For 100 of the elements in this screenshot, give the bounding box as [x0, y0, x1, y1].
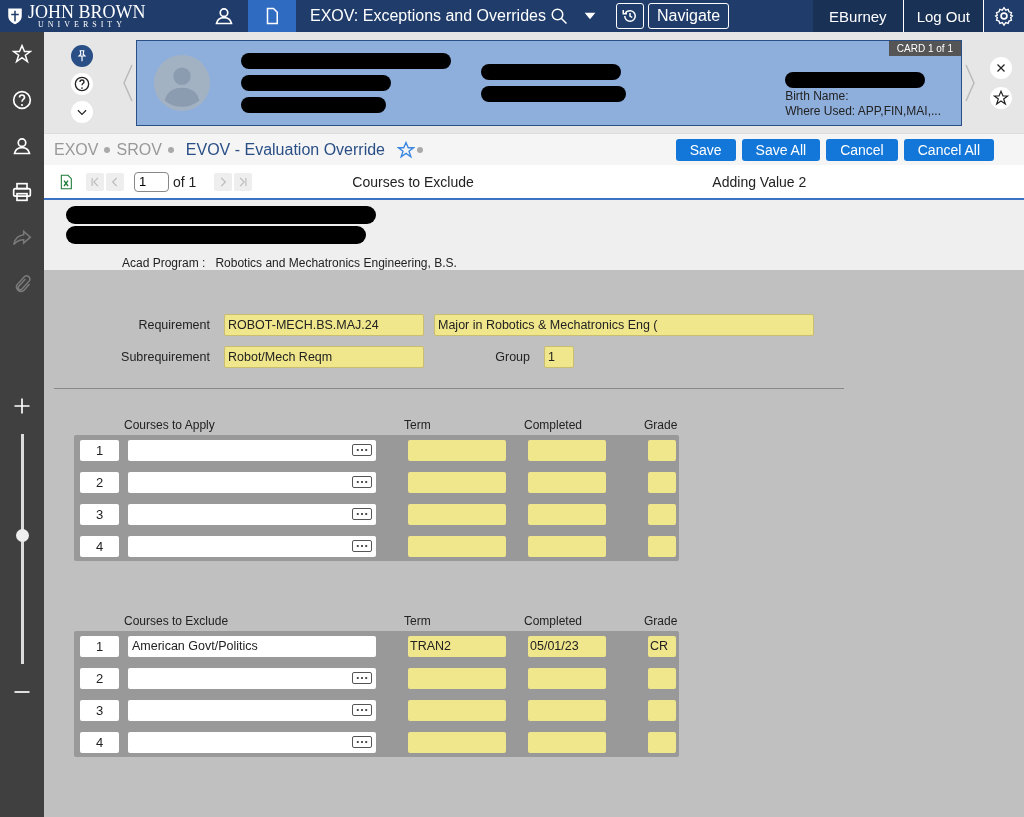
avatar-icon	[153, 53, 211, 112]
person-icon[interactable]	[12, 136, 32, 156]
expand-button[interactable]	[71, 100, 93, 123]
person-card[interactable]: CARD 1 of 1 Birth Name: Where Used: APP,FIN,MAI,...	[136, 39, 962, 126]
close-icon	[995, 61, 1007, 74]
ellipsis-icon	[355, 707, 369, 713]
action-button[interactable]: Save All	[741, 138, 821, 161]
course-field[interactable]	[128, 699, 376, 721]
completed-field[interactable]	[528, 503, 606, 525]
column-header: Courses to Apply	[124, 418, 216, 432]
action-button[interactable]: Cancel	[826, 138, 898, 161]
column-header: Term	[404, 418, 432, 432]
grade-field[interactable]	[648, 503, 676, 525]
star-icon	[993, 89, 1009, 106]
row-number: 4	[80, 731, 119, 753]
field-value: Robotics and Mechatronics Engineering, B.S.	[215, 256, 457, 270]
separator-dot	[104, 146, 111, 153]
term-field[interactable]	[408, 535, 506, 557]
search-icon[interactable]	[549, 7, 568, 25]
row-number: 2	[80, 667, 119, 689]
row-number: 1	[80, 439, 119, 461]
slider-thumb[interactable]	[15, 529, 29, 543]
course-field[interactable]	[128, 471, 376, 493]
lookup-button[interactable]	[352, 672, 372, 684]
lookup-button[interactable]	[352, 444, 372, 456]
subrequirement-field[interactable]: Robot/Mech Reqm	[224, 346, 424, 368]
term-field[interactable]	[408, 471, 506, 493]
course-field[interactable]	[128, 667, 376, 689]
requirement-field[interactable]: ROBOT-MECH.BS.MAJ.24	[224, 314, 424, 336]
group-field[interactable]: 1	[544, 346, 574, 368]
grade-field[interactable]	[648, 439, 676, 461]
action-button[interactable]: Save	[675, 138, 736, 161]
completed-field[interactable]	[528, 439, 606, 461]
favorite-button[interactable]	[990, 86, 1012, 109]
field-label: Subrequirement	[120, 350, 211, 364]
grade-field[interactable]	[648, 699, 676, 721]
lookup-button[interactable]	[352, 540, 372, 552]
form-name: EVOV - Evaluation Override	[185, 140, 385, 159]
favorite-star-icon[interactable]	[397, 140, 415, 159]
page-number-field[interactable]: 1	[134, 171, 169, 192]
completed-field[interactable]	[528, 535, 606, 557]
field-label: Group	[494, 350, 531, 364]
history-button[interactable]	[615, 3, 644, 29]
lookup-button[interactable]	[352, 508, 372, 520]
column-header: Term	[404, 614, 432, 628]
field-label: Requirement	[137, 318, 211, 332]
help-button[interactable]	[71, 72, 93, 95]
course-field[interactable]	[128, 439, 376, 461]
completed-field[interactable]	[528, 667, 606, 689]
lookup-button[interactable]	[352, 476, 372, 488]
block-title: Courses to Exclude	[352, 173, 475, 190]
zoom-in-icon[interactable]	[12, 396, 32, 416]
ellipsis-icon	[355, 479, 369, 485]
term-field[interactable]	[408, 503, 506, 525]
course-field[interactable]	[128, 503, 376, 525]
nav-tab[interactable]	[248, 0, 296, 32]
completed-field[interactable]: 05/01/23	[528, 635, 606, 657]
column-header: Grade	[644, 614, 678, 628]
chevron-left-icon[interactable]	[122, 62, 134, 103]
row-number: 2	[80, 471, 119, 493]
navigate-button[interactable]: Navigate	[647, 3, 730, 29]
completed-field[interactable]	[528, 699, 606, 721]
course-field[interactable]: American Govt/Politics	[128, 635, 376, 657]
column-header: Grade	[644, 418, 678, 432]
printer-icon[interactable]	[12, 182, 32, 202]
description-field[interactable]: Major in Robotics & Mechatronics Eng (	[434, 314, 814, 336]
term-field[interactable]	[408, 699, 506, 721]
card-field: Birth Name:	[785, 88, 941, 103]
course-field[interactable]	[128, 535, 376, 557]
grade-field[interactable]	[648, 535, 676, 557]
status-text: Adding Value 2	[712, 173, 807, 190]
term-field[interactable]	[408, 731, 506, 753]
chevron-right-icon[interactable]	[964, 62, 976, 103]
grade-field[interactable]	[648, 667, 676, 689]
excel-export-icon[interactable]	[58, 172, 74, 191]
ellipsis-icon	[355, 511, 369, 517]
pin-button[interactable]	[71, 44, 93, 67]
form-title: EXOV: Exceptions and Overrides	[310, 7, 546, 25]
close-button[interactable]	[990, 56, 1012, 79]
term-field[interactable]	[408, 667, 506, 689]
grade-field[interactable]	[648, 471, 676, 493]
term-field[interactable]	[408, 439, 506, 461]
course-field[interactable]	[128, 731, 376, 753]
grade-field[interactable]: CR	[648, 635, 676, 657]
term-field[interactable]: TRAN2	[408, 635, 506, 657]
lookup-button[interactable]	[352, 704, 372, 716]
action-button[interactable]: Cancel All	[903, 138, 994, 161]
lookup-button[interactable]	[352, 736, 372, 748]
card-field: Where Used: APP,FIN,MAI,...	[785, 103, 941, 118]
help-icon[interactable]	[12, 90, 32, 110]
settings-icon[interactable]	[994, 6, 1014, 26]
star-icon[interactable]	[12, 44, 32, 64]
person-icon[interactable]	[214, 6, 234, 26]
completed-field[interactable]	[528, 471, 606, 493]
user-name[interactable]: EBurney	[813, 0, 904, 32]
logout-button[interactable]: Log Out	[903, 0, 984, 32]
field-value: American Govt/Politics	[132, 639, 258, 653]
logo-name: JOHN BROWN	[28, 3, 146, 21]
completed-field[interactable]	[528, 731, 606, 753]
grade-field[interactable]	[648, 731, 676, 753]
